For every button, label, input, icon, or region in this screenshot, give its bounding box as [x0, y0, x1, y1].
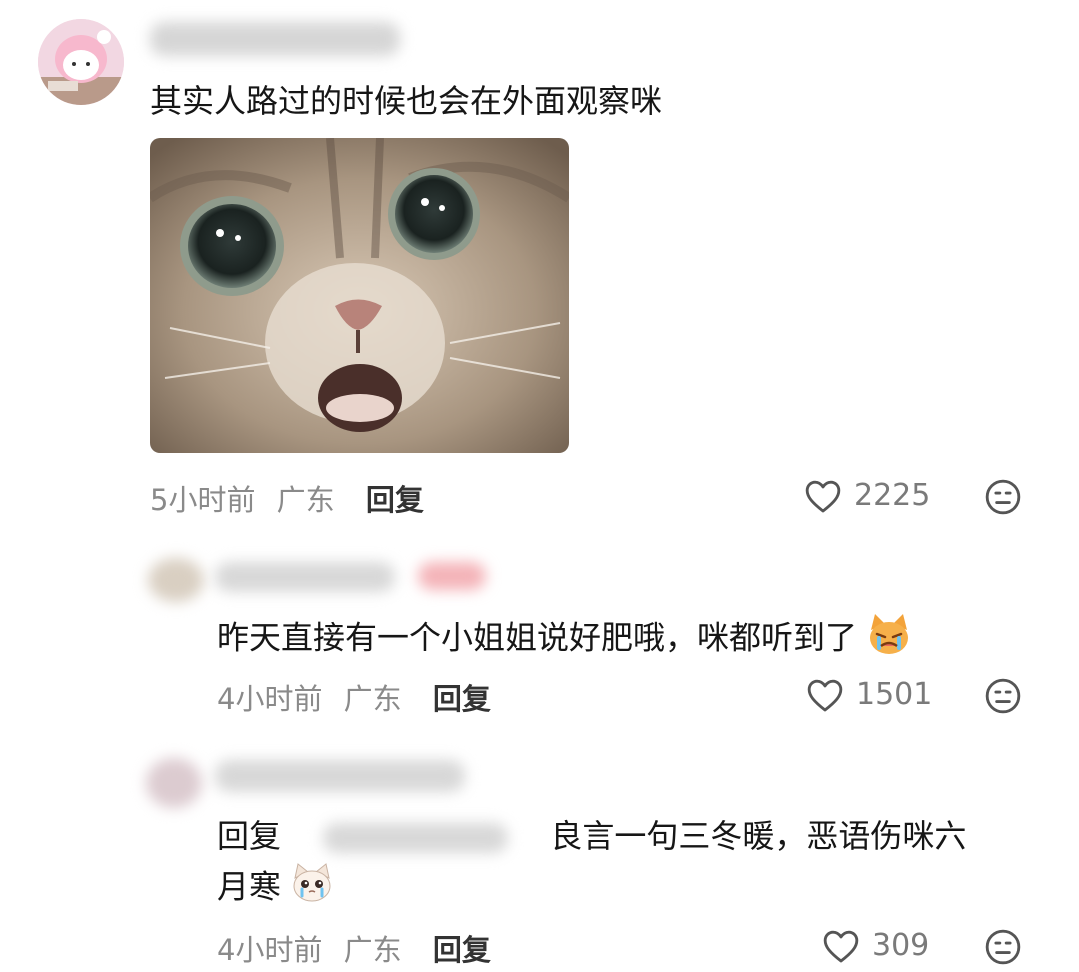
comment-text: 回复 良言一句三冬暖，恶语伤咪六 [217, 817, 967, 855]
reply-button[interactable]: 回复 [433, 682, 491, 716]
location: 广东 [276, 483, 335, 517]
location: 广东 [343, 933, 402, 967]
crying-kitten-emoji [291, 862, 333, 915]
timestamp: 4小时前 [217, 933, 323, 967]
timestamp: 5小时前 [150, 483, 256, 517]
username-redacted[interactable] [215, 760, 465, 792]
like-count: 309 [872, 928, 930, 963]
reply-target-redacted[interactable] [323, 823, 509, 853]
neutral-face-icon[interactable] [984, 928, 1022, 966]
comment-meta: 4小时前 广东 回复 [217, 927, 491, 969]
comment-text: 昨天直接有一个小姐姐说好肥哦，咪都听到了 [217, 612, 911, 667]
username-redacted[interactable] [150, 22, 400, 56]
reply-button[interactable]: 回复 [433, 933, 491, 967]
comment-text-line2: 月寒 [217, 862, 333, 915]
heart-outline-icon[interactable] [822, 928, 860, 964]
avatar-redacted[interactable] [146, 758, 202, 808]
reply-prefix: 回复 [217, 817, 282, 855]
avatar-redacted[interactable] [148, 558, 204, 602]
cat-photo[interactable] [150, 138, 569, 453]
neutral-face-icon[interactable] [984, 478, 1022, 516]
neutral-face-icon[interactable] [984, 677, 1022, 715]
comment-meta: 5小时前 广东 回复 [150, 477, 424, 519]
comment-text: 其实人路过的时候也会在外面观察咪 [150, 82, 663, 120]
avatar[interactable] [38, 19, 124, 105]
heart-outline-icon[interactable] [804, 478, 842, 514]
reply-button[interactable]: 回复 [366, 483, 424, 517]
timestamp: 4小时前 [217, 682, 323, 716]
location: 广东 [343, 682, 402, 716]
like-count: 1501 [856, 677, 933, 712]
crying-cat-emoji [867, 612, 911, 667]
username-redacted[interactable] [215, 562, 395, 592]
badge-redacted [418, 562, 486, 590]
comment-meta: 4小时前 广东 回复 [217, 676, 491, 718]
like-count: 2225 [854, 478, 931, 513]
heart-outline-icon[interactable] [806, 677, 844, 713]
